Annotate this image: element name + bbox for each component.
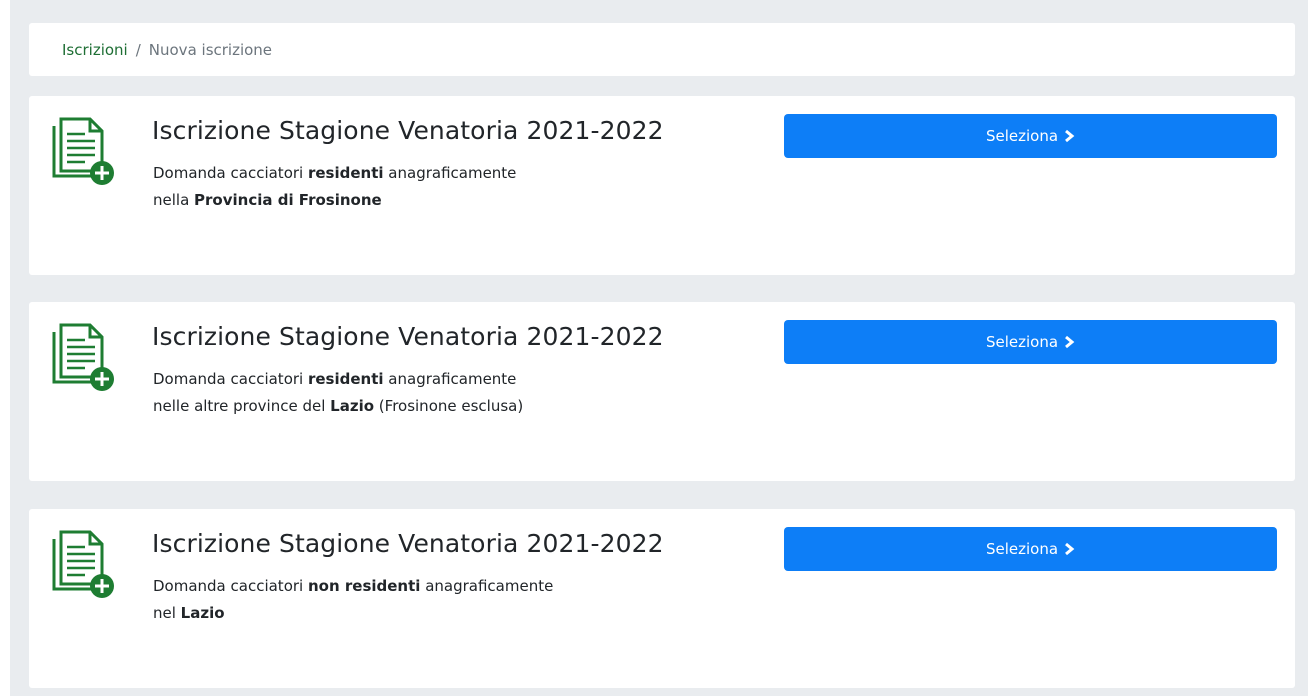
card-desc-text: anagraficamente [383,370,517,388]
document-add-icon [52,530,114,598]
registration-card-lazio-residents: Iscrizione Stagione Venatoria 2021-2022 … [29,302,1295,481]
select-button-label: Seleziona [985,333,1059,351]
card-desc-bold: non residenti [307,577,421,595]
select-button-label: Seleziona [985,540,1059,558]
card-title: Iscrizione Stagione Venatoria 2021-2022 [152,322,664,351]
card-description: Domanda cacciatori non residenti anagraf… [153,573,673,627]
card-desc-text: anagraficamente [383,164,517,182]
card-desc-text: nel [153,604,181,622]
select-button-label: Seleziona [985,127,1059,145]
card-description: Domanda cacciatori residenti anagraficam… [153,160,673,214]
select-button[interactable]: Seleziona [784,320,1277,364]
document-add-icon [52,323,114,391]
left-edge-strip [0,0,10,696]
select-button[interactable]: Seleziona [784,527,1277,571]
chevron-right-icon [1065,542,1075,556]
card-desc-bold: Provincia di Frosinone [194,191,382,209]
card-desc-bold: Lazio [330,397,375,415]
breadcrumb-separator: / [135,40,141,59]
chevron-right-icon [1065,129,1075,143]
card-title: Iscrizione Stagione Venatoria 2021-2022 [152,116,664,145]
card-desc-text: Domanda cacciatori [153,370,308,388]
registration-card-frosinone: Iscrizione Stagione Venatoria 2021-2022 … [29,96,1295,275]
card-desc-bold: Lazio [180,604,225,622]
card-desc-text: nelle altre province del [153,397,331,415]
card-desc-text: anagraficamente [420,577,554,595]
card-desc-text: (Frosinone esclusa) [374,397,524,415]
card-description: Domanda cacciatori residenti anagraficam… [153,366,673,420]
document-add-icon [52,117,114,185]
registration-card-non-residents: Iscrizione Stagione Venatoria 2021-2022 … [29,509,1295,688]
breadcrumb: Iscrizioni / Nuova iscrizione [29,23,1295,76]
card-desc-text: Domanda cacciatori [153,164,308,182]
breadcrumb-current: Nuova iscrizione [148,40,273,59]
chevron-right-icon [1065,335,1075,349]
card-desc-text: Domanda cacciatori [153,577,308,595]
card-desc-text: nella [153,191,195,209]
card-desc-bold: residenti [307,164,384,182]
card-desc-bold: residenti [307,370,384,388]
select-button[interactable]: Seleziona [784,114,1277,158]
breadcrumb-link-iscrizioni[interactable]: Iscrizioni [62,41,128,59]
card-title: Iscrizione Stagione Venatoria 2021-2022 [152,529,664,558]
